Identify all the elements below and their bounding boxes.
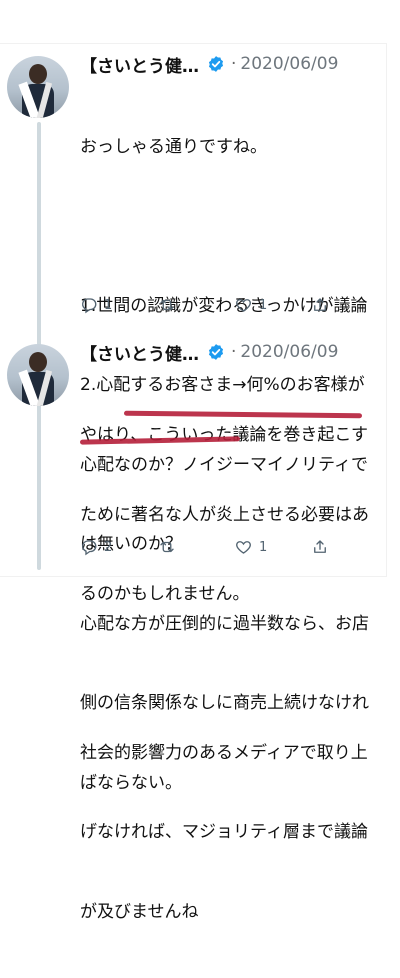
text-line: ために著名な人が炎上させる必要はあ [80, 504, 369, 525]
avatar[interactable] [7, 344, 69, 406]
header-separator: · [231, 54, 237, 74]
text-line: おっしゃる通りですね。 [80, 137, 267, 157]
tweet-header: 【さいとう健… · 2020/06/09 [80, 52, 380, 77]
retweet-button[interactable] [157, 538, 234, 556]
tweet-header: 【さいとう健… · 2020/06/09 [80, 340, 380, 365]
like-count: 1 [259, 297, 268, 313]
reply-icon [82, 298, 97, 314]
like-icon [236, 299, 251, 312]
text-line: るのかもしれません。 [80, 584, 250, 604]
retweet-button[interactable] [157, 296, 234, 314]
reply-button[interactable]: 1 [80, 296, 157, 314]
like-icon [236, 541, 251, 554]
share-button[interactable] [311, 538, 350, 556]
share-button[interactable] [311, 296, 350, 314]
reply-button[interactable]: 2 [80, 538, 157, 556]
header-separator: · [231, 342, 237, 362]
text-line: げなければ、マジョリティ層まで議論 [80, 822, 368, 842]
like-count: 1 [259, 539, 268, 555]
retweet-icon [160, 541, 174, 553]
author-name[interactable]: 【さいとう健… [80, 340, 199, 365]
reply-count: 2 [104, 539, 113, 555]
avatar[interactable] [7, 56, 69, 118]
tweet-date[interactable]: 2020/06/09 [240, 342, 338, 362]
tweet-actions: 2 1 [80, 538, 350, 556]
verified-badge-icon [208, 344, 224, 360]
share-icon [314, 298, 326, 311]
like-button[interactable]: 1 [234, 296, 311, 314]
retweet-icon [160, 299, 174, 311]
text-line: が及びませんね [80, 901, 199, 922]
tweet-date[interactable]: 2020/06/09 [240, 54, 338, 74]
author-name[interactable]: 【さいとう健… [80, 52, 199, 77]
reply-count: 1 [104, 297, 113, 313]
text-line: 社会的影響力のあるメディアで取り上 [80, 742, 368, 763]
tweet-actions: 1 1 [80, 296, 350, 314]
like-button[interactable]: 1 [234, 538, 311, 556]
reply-icon [82, 540, 97, 556]
share-icon [314, 540, 326, 553]
verified-badge-icon [208, 56, 224, 72]
text-line: やはり、こういった議論を巻き起こす [80, 425, 368, 445]
tweet-text: やはり、こういった議論を巻き起こす ために著名な人が炎上させる必要はあ るのかも… [80, 369, 380, 978]
